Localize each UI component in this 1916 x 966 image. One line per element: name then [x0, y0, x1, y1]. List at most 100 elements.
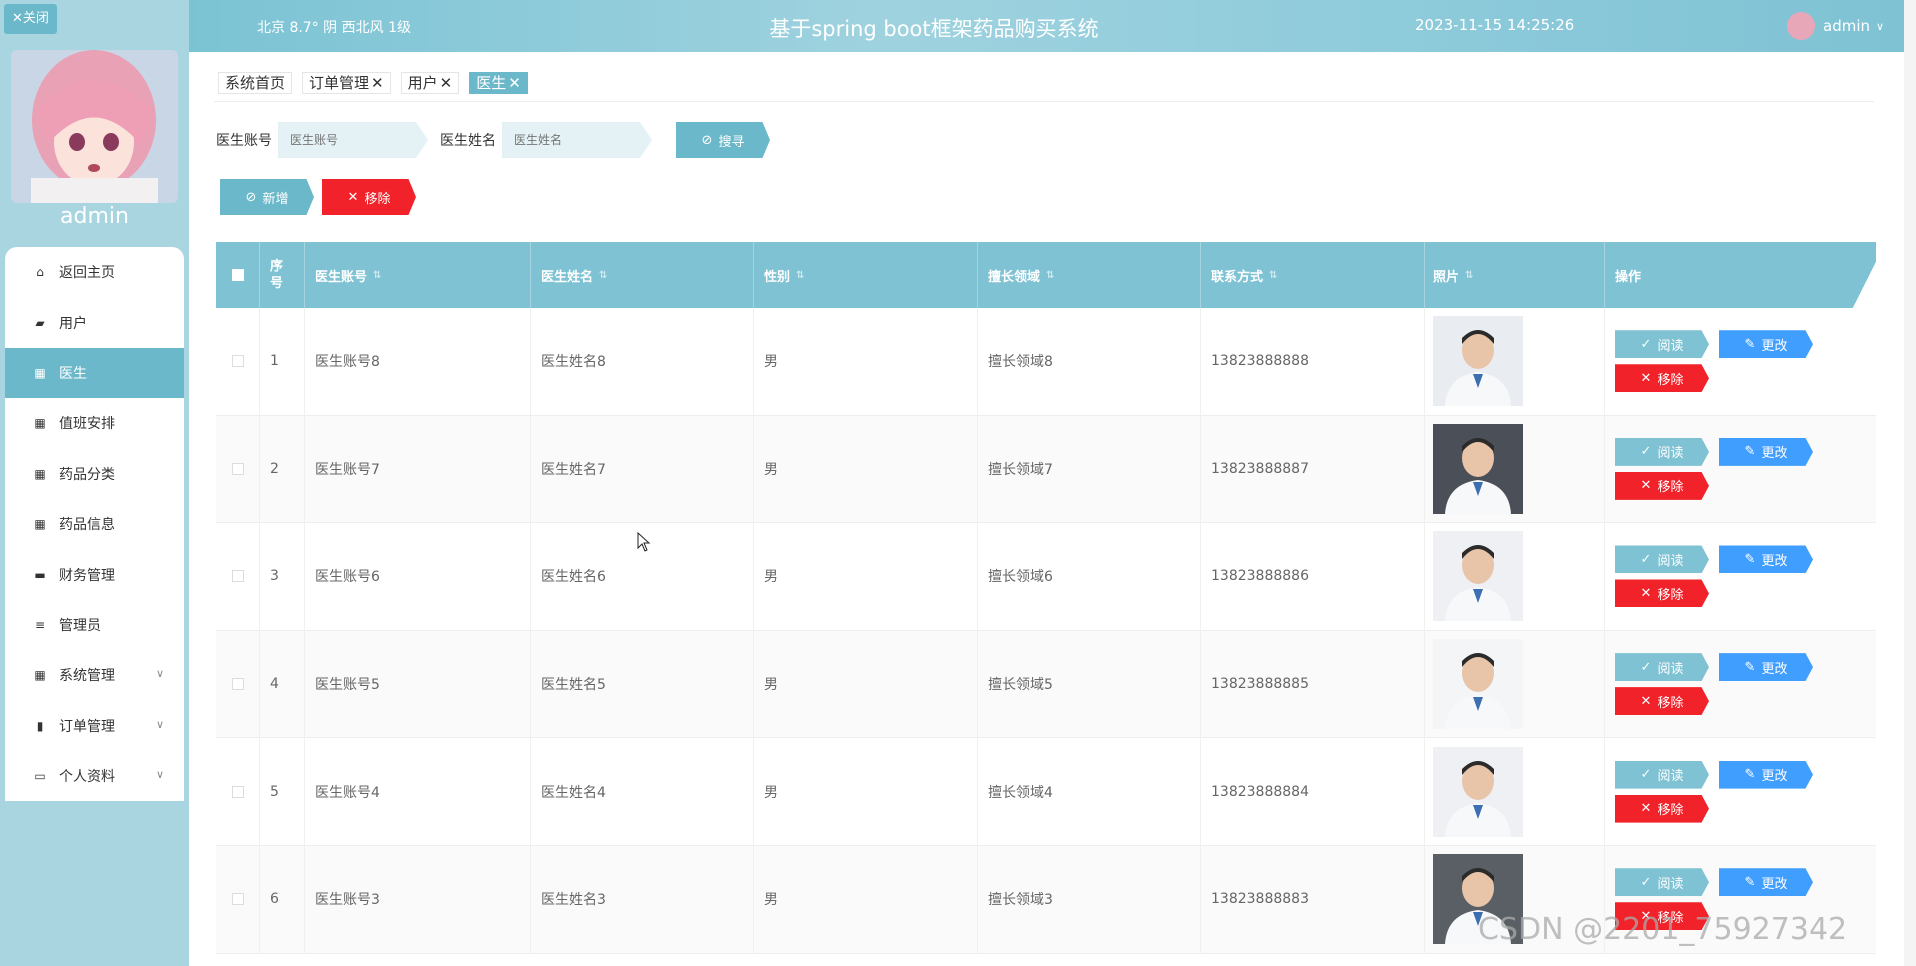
sidebar-item-duty-schedule[interactable]: ▦ 值班安排 [5, 398, 184, 448]
edit-button[interactable]: ✎ 更改 [1719, 545, 1813, 574]
close-icon[interactable]: ✕ [371, 73, 384, 93]
sidebar-item-drug-category[interactable]: ▦ 药品分类 [5, 449, 184, 499]
tab-home[interactable]: 系统首页 [218, 72, 293, 94]
account-search-input[interactable] [278, 122, 428, 158]
doctor-photo[interactable] [1433, 746, 1523, 837]
tab-doctors[interactable]: 医生 ✕ [469, 72, 528, 94]
row-select-cell [216, 630, 260, 738]
grid-icon: ▦ [34, 365, 46, 380]
close-icon: ✕ [1640, 370, 1652, 386]
doctor-photo[interactable] [1433, 423, 1523, 514]
row-checkbox[interactable] [231, 355, 244, 368]
cell-ops: ✓ 阅读 ✎ 更改 ✕ 移除 [1605, 523, 1876, 630]
check-icon: ✓ [1640, 444, 1652, 460]
edit-button-label: 更改 [1761, 338, 1788, 354]
cell-no: 3 [260, 523, 305, 630]
edit-button[interactable]: ✎ 更改 [1719, 868, 1813, 897]
cell-account: 医生账号6 [305, 523, 531, 630]
select-all-checkbox[interactable] [231, 269, 244, 281]
sort-icon: ⇅ [1465, 269, 1474, 281]
delete-button[interactable]: ✕ 移除 [1615, 364, 1709, 393]
read-button[interactable]: ✓ 阅读 [1615, 330, 1709, 359]
sidebar-item-finance[interactable]: ▬ 财务管理 [5, 549, 184, 599]
sidebar-item-admins[interactable]: ≡ 管理员 [5, 600, 184, 650]
sidebar-item-orders[interactable]: ▮ 订单管理 ∨ [5, 701, 184, 751]
read-button[interactable]: ✓ 阅读 [1615, 760, 1709, 789]
user-menu[interactable]: admin ∨ [1787, 12, 1884, 40]
edit-button[interactable]: ✎ 更改 [1719, 330, 1813, 359]
doctor-photo[interactable] [1433, 316, 1523, 407]
row-checkbox[interactable] [231, 570, 244, 583]
remove-button[interactable]: ✕ 移除 [322, 179, 416, 215]
check-icon: ✓ [1640, 659, 1652, 675]
read-button[interactable]: ✓ 阅读 [1615, 653, 1709, 682]
search-button[interactable]: ⊘ 搜寻 [676, 122, 770, 158]
close-sidebar-button[interactable]: ✕关闭 [4, 4, 57, 34]
grid-icon: ▦ [34, 466, 46, 481]
table-row: 1 医生账号8 医生姓名8 男 擅长领域8 13823888888 ✓ 阅读 ✎ 更… [216, 308, 1876, 416]
edit-button[interactable]: ✎ 更改 [1719, 760, 1813, 789]
cell-name: 医生姓名8 [531, 308, 754, 415]
cell-gender: 男 [754, 523, 978, 630]
scrollbar[interactable] [1904, 0, 1916, 966]
wallet-icon: ▬ [34, 567, 46, 582]
cell-name: 医生姓名5 [531, 630, 754, 738]
cell-phone: 13823888888 [1201, 308, 1425, 415]
sidebar-item-label: 药品信息 [59, 517, 115, 534]
doctor-photo[interactable] [1433, 639, 1523, 730]
row-select-cell [216, 415, 260, 523]
row-checkbox[interactable] [231, 893, 244, 906]
col-header-account[interactable]: 医生账号 ⇅ [305, 242, 531, 308]
sidebar-item-home[interactable]: ⌂ 返回主页 [5, 247, 184, 297]
edit-icon: ✎ [1744, 336, 1756, 352]
delete-button[interactable]: ✕ 移除 [1615, 687, 1709, 716]
read-button[interactable]: ✓ 阅读 [1615, 437, 1709, 466]
edit-button[interactable]: ✎ 更改 [1719, 653, 1813, 682]
cell-field: 擅长领域8 [978, 308, 1201, 415]
sidebar-item-system[interactable]: ▦ 系统管理 ∨ [5, 650, 184, 700]
table-header: 序号 医生账号 ⇅ 医生姓名 ⇅ 性别 ⇅ 擅长领域 ⇅ 联系方式 ⇅ 照片 ⇅ 操作 [216, 242, 1876, 308]
name-search-input[interactable] [502, 122, 652, 158]
edit-button-label: 更改 [1761, 553, 1788, 569]
delete-button[interactable]: ✕ 移除 [1615, 471, 1709, 500]
row-checkbox[interactable] [231, 462, 244, 475]
sidebar-item-users[interactable]: ▰ 用户 [5, 297, 184, 347]
sidebar-item-doctors[interactable]: ▦ 医生 [5, 347, 184, 399]
close-icon[interactable]: ✕ [440, 73, 453, 93]
col-header-label: 序号 [270, 259, 284, 291]
col-header-phone[interactable]: 联系方式 ⇅ [1201, 242, 1425, 308]
col-header-gender[interactable]: 性别 ⇅ [754, 242, 978, 308]
read-button-label: 阅读 [1657, 661, 1684, 677]
row-actions: ✓ 阅读 ✎ 更改 ✕ 移除 [1615, 545, 1825, 608]
col-header-photo[interactable]: 照片 ⇅ [1425, 242, 1605, 308]
close-icon: ✕ [1640, 801, 1652, 817]
cell-phone: 13823888886 [1201, 523, 1425, 630]
search-button-label: 搜寻 [718, 134, 745, 150]
row-checkbox[interactable] [231, 785, 244, 798]
tab-orders[interactable]: 订单管理 ✕ [302, 72, 391, 94]
cell-no: 1 [260, 308, 305, 415]
doctor-photo[interactable] [1433, 531, 1523, 622]
cell-phone: 13823888887 [1201, 415, 1425, 523]
row-checkbox[interactable] [231, 678, 244, 691]
cell-photo [1425, 415, 1605, 523]
col-header-name[interactable]: 医生姓名 ⇅ [531, 242, 754, 308]
close-icon[interactable]: ✕ [508, 73, 521, 93]
sidebar: ✕关闭 admin ⌂ 返回主页 ▰ 用户 ▦ 医生 ▦ 值班安排 ▦ 药品分类… [0, 0, 189, 966]
col-header-no: 序号 [260, 242, 305, 308]
delete-button[interactable]: ✕ 移除 [1615, 579, 1709, 608]
add-button[interactable]: ⊘ 新增 [220, 179, 314, 215]
sidebar-item-profile[interactable]: ▭ 个人资料 ∨ [5, 751, 184, 801]
read-button[interactable]: ✓ 阅读 [1615, 545, 1709, 574]
cell-no: 5 [260, 738, 305, 845]
delete-button[interactable]: ✕ 移除 [1615, 794, 1709, 823]
sidebar-item-label: 值班安排 [59, 416, 115, 433]
tab-users[interactable]: 用户 ✕ [400, 72, 460, 94]
sidebar-item-label: 返回主页 [59, 265, 115, 282]
edit-button[interactable]: ✎ 更改 [1719, 437, 1813, 466]
chevron-down-icon: ∨ [1876, 19, 1885, 33]
read-button[interactable]: ✓ 阅读 [1615, 868, 1709, 897]
sidebar-item-drug-info[interactable]: ▦ 药品信息 [5, 499, 184, 549]
read-button-label: 阅读 [1657, 553, 1684, 569]
col-header-field[interactable]: 擅长领域 ⇅ [978, 242, 1201, 308]
